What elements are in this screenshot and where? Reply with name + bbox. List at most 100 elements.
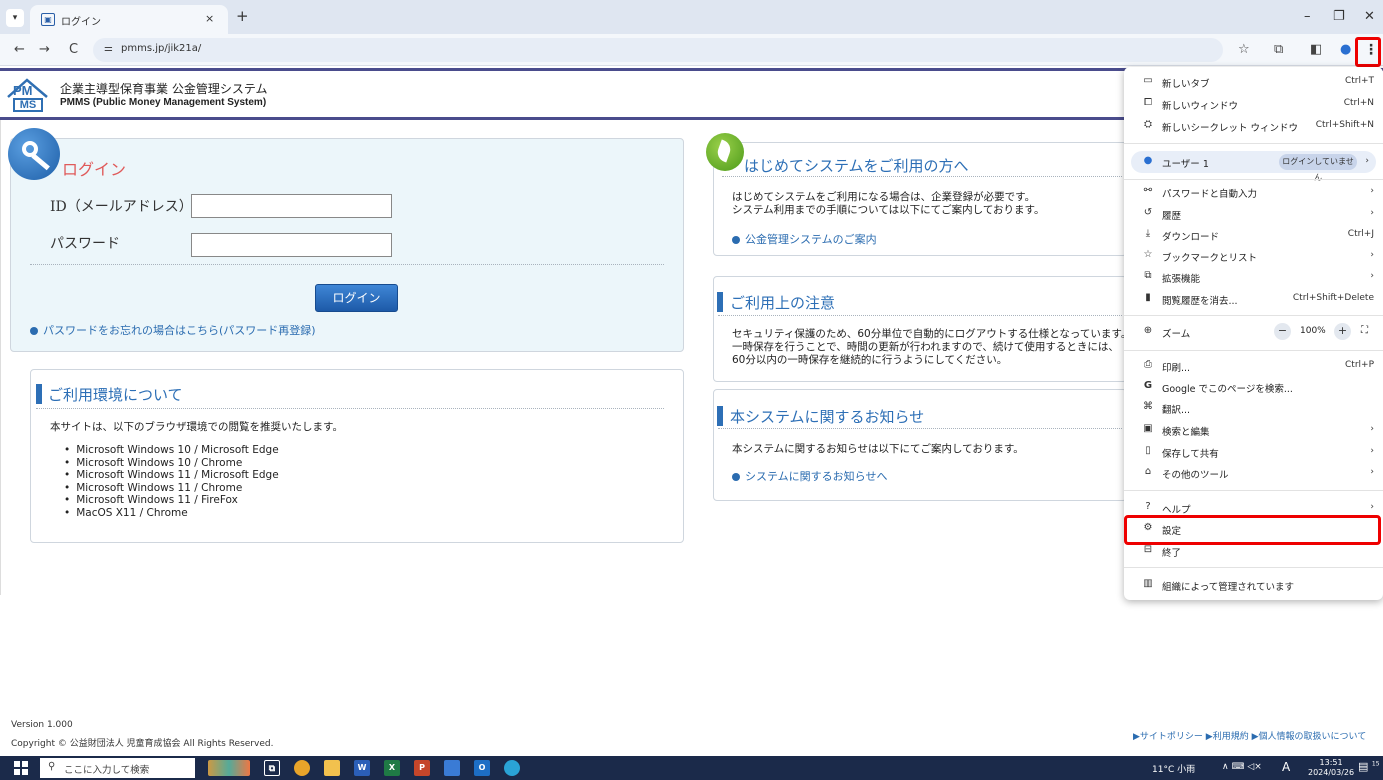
new-tab-icon: ▭ (1143, 75, 1153, 86)
id-input[interactable] (191, 194, 392, 218)
menu-item-google-search[interactable]: G Google でこのページを検索... (1124, 376, 1383, 397)
news-separator (718, 428, 1122, 429)
chrome-icon[interactable] (294, 760, 310, 776)
windows-start-icon[interactable] (14, 761, 28, 775)
star-icon: ☆ (1143, 249, 1153, 260)
key-icon (8, 128, 60, 180)
notice-line1: セキュリティ保護のため、60分単位で自動的にログアウトする仕様となっています。 (732, 328, 1132, 340)
notice-title: ご利用上の注意 (730, 294, 836, 312)
menu-item-save-share[interactable]: ▯ 保存して共有 › (1124, 441, 1383, 462)
side-panel-icon[interactable]: ◧ (1310, 42, 1322, 57)
menu-item-zoom: ⊕ ズーム − 100% + ⛶ (1124, 321, 1383, 342)
chevron-right-icon: › (1370, 250, 1374, 260)
url-text[interactable]: pmms.jp/jik21a/ (121, 43, 201, 54)
browser-menu-icon[interactable]: ⋮ (1364, 42, 1378, 58)
window-close-icon[interactable]: ✕ (1364, 9, 1375, 24)
notification-icon[interactable]: ▤ 15 (1358, 760, 1380, 773)
tab-title: ログイン (61, 17, 101, 28)
menu-item-more-tools[interactable]: ⌂ その他のツール › (1124, 462, 1383, 483)
tab-close-icon[interactable]: × (205, 12, 214, 25)
excel-icon[interactable]: X (384, 760, 400, 776)
menu-item-managed[interactable]: ▥ 組織によって管理されています (1124, 574, 1383, 595)
system-tray-icons[interactable]: ∧ ⌨ ◁× (1222, 762, 1262, 772)
edit-icon: ▣ (1143, 423, 1153, 434)
tab-search-dropdown-icon[interactable]: ▾ (6, 9, 24, 27)
notice-line3: 60分以内の一時保存を継続的に行うようにしてください。 (732, 354, 1008, 366)
widget-icon[interactable] (208, 760, 250, 776)
zoom-out-button[interactable]: − (1274, 323, 1291, 340)
reload-icon[interactable]: C (69, 42, 78, 57)
menu-item-clear-history[interactable]: ▮ 閲覧履歴を消去... Ctrl+Shift+Delete (1124, 288, 1383, 309)
extensions-icon[interactable]: ⧉ (1274, 42, 1283, 57)
notice-separator (718, 315, 1122, 316)
chevron-right-icon: › (1365, 156, 1369, 166)
tab-login[interactable]: ▣ ログイン × (30, 5, 228, 34)
file-explorer-icon[interactable] (324, 760, 340, 776)
trash-icon: ▮ (1145, 292, 1151, 303)
menu-item-bookmarks[interactable]: ☆ ブックマークとリスト › (1124, 245, 1383, 266)
fullscreen-icon[interactable]: ⛶ (1361, 325, 1368, 336)
clock-date: 2024/03/26 (1308, 768, 1355, 777)
new-tab-icon[interactable]: + (236, 7, 249, 25)
menu-item-extensions[interactable]: ⧉ 拡張機能 › (1124, 266, 1383, 287)
menu-separator (1124, 567, 1383, 568)
settings-highlight-box (1124, 515, 1381, 545)
first-time-line1: はじめてシステムをご利用になる場合は、企業登録が必要です。 (732, 191, 1036, 203)
back-icon[interactable]: ← (14, 42, 25, 57)
word-icon[interactable]: W (354, 760, 370, 776)
menu-separator (1124, 143, 1383, 144)
chevron-right-icon: › (1370, 446, 1374, 456)
taskbar-clock[interactable]: 13:51 2024/03/26 (1308, 758, 1354, 778)
task-view-icon[interactable]: ⧉ (264, 760, 280, 776)
menu-item-print[interactable]: ⎙ 印刷... Ctrl+P (1124, 355, 1383, 376)
system-news-link[interactable]: システムに関するお知らせへ (732, 468, 887, 484)
clock-time: 13:51 (1319, 758, 1343, 767)
first-time-line2: システム利用までの手順については以下にてご案内しております。 (732, 204, 1045, 216)
minimize-icon[interactable]: – (1304, 9, 1311, 24)
logo-ms-text: MS (13, 98, 43, 112)
weather-widget[interactable]: 11°C 小雨 (1152, 762, 1195, 775)
menu-item-history[interactable]: ↺ 履歴 › (1124, 203, 1383, 224)
menu-item-passwords[interactable]: ⚯ パスワードと自動入力 › (1124, 181, 1383, 202)
history-icon: ↺ (1143, 207, 1153, 218)
profile-icon[interactable]: ● (1340, 42, 1351, 57)
edge-icon[interactable] (504, 760, 520, 776)
new-window-icon: ⧠ (1144, 97, 1152, 108)
bookmark-star-icon[interactable]: ☆ (1238, 42, 1250, 57)
menu-item-new-tab[interactable]: ▭ 新しいタブ Ctrl+T (1124, 71, 1383, 92)
copyright-text: Copyright © 公益財団法人 児童育成協会 All Rights Res… (11, 739, 274, 749)
taskbar-search-input[interactable]: ⚲ ここに入力して検索 (40, 758, 195, 778)
forgot-password-link[interactable]: パスワードをお忘れの場合はこちら(パスワード再登録) (30, 322, 316, 338)
login-separator (30, 264, 664, 265)
puzzle-icon: ⧉ (1144, 270, 1152, 281)
login-title: ログイン (62, 160, 127, 179)
system-guide-link[interactable]: 公金管理システムのご案内 (732, 231, 877, 247)
building-icon: ▥ (1143, 578, 1153, 589)
environment-separator (36, 408, 664, 409)
maximize-icon[interactable]: ❐ (1333, 9, 1345, 24)
menu-item-new-window[interactable]: ⧠ 新しいウィンドウ Ctrl+N (1124, 93, 1383, 114)
powerpoint-icon[interactable]: P (414, 760, 430, 776)
menu-item-translate[interactable]: ⌘ 翻訳... (1124, 397, 1383, 418)
page-left-border (0, 120, 1, 595)
outlook-icon[interactable]: O (474, 760, 490, 776)
toolbox-icon: ⌂ (1144, 466, 1152, 477)
site-info-icon[interactable]: ⚌ (104, 43, 113, 54)
menu-separator (1124, 490, 1383, 491)
snipping-tool-icon[interactable] (444, 760, 460, 776)
menu-item-user[interactable]: ● ユーザー 1 ログインしていません › (1131, 151, 1376, 182)
menu-item-incognito[interactable]: ⛭ 新しいシークレット ウィンドウ Ctrl+Shift+N (1124, 115, 1383, 136)
address-bar[interactable]: ⚌ pmms.jp/jik21a/ (93, 38, 1223, 62)
ime-indicator[interactable]: A (1282, 760, 1290, 774)
download-icon: ⤓ (1145, 228, 1151, 239)
incognito-icon: ⛭ (1144, 119, 1152, 130)
login-button[interactable]: ログイン (315, 284, 398, 312)
list-item: MacOS X11 / Chrome (64, 507, 279, 520)
list-item: Microsoft Windows 11 / Chrome (64, 482, 279, 495)
password-input[interactable] (191, 233, 392, 257)
menu-item-search-edit[interactable]: ▣ 検索と編集 › (1124, 419, 1383, 440)
forward-icon[interactable]: → (39, 42, 50, 57)
menu-item-downloads[interactable]: ⤓ ダウンロード Ctrl+J (1124, 224, 1383, 245)
footer-links[interactable]: ▶サイトポリシー ▶利用規約 ▶個人情報の取扱いについて (1133, 729, 1366, 742)
zoom-in-button[interactable]: + (1334, 323, 1351, 340)
